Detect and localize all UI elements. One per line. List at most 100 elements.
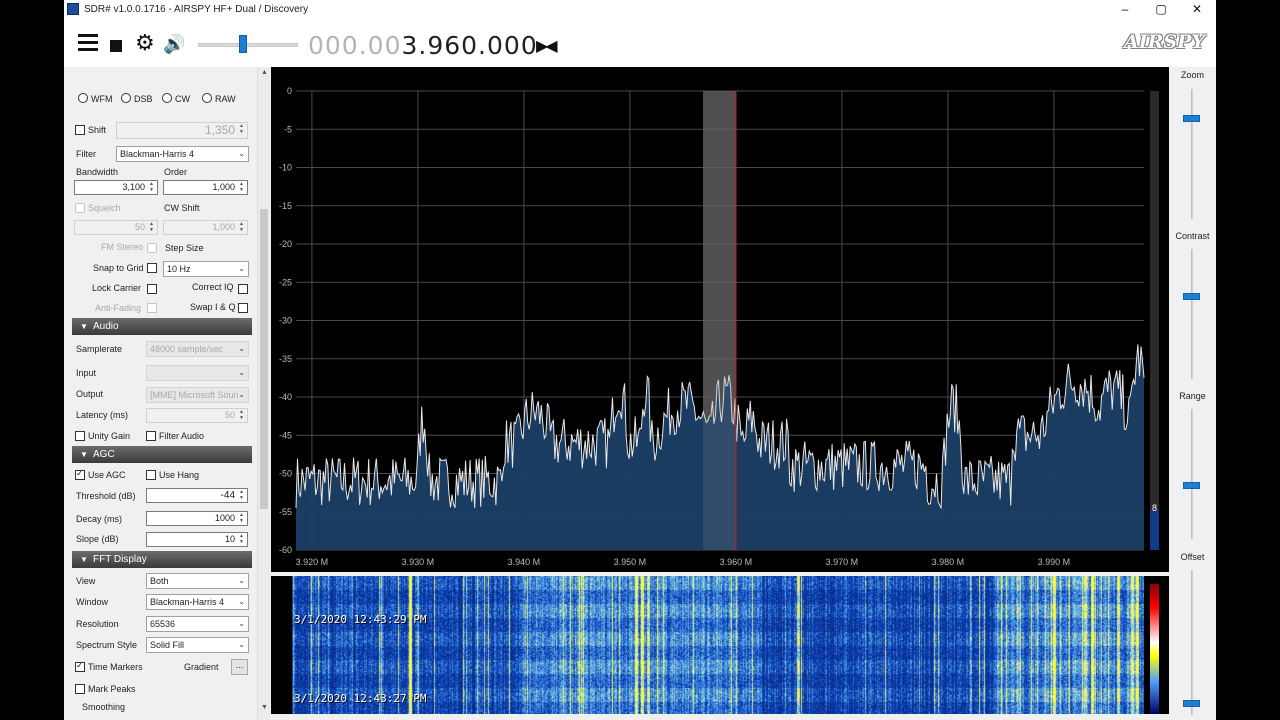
output-value: [MME] Microsoft Soun bbox=[150, 390, 239, 400]
spectrum-plot[interactable]: 0 -5 -10 -15 -20 -25 -30 -35 -40 -45 -50 -55 -60 3.92… bbox=[271, 67, 1169, 572]
bandwidth-input[interactable]: 3,100 ▲ ▼ bbox=[74, 180, 158, 195]
scroll-up-icon[interactable]: ▲ bbox=[259, 69, 270, 76]
y-tick-label: -25 bbox=[279, 277, 292, 287]
cw-shift-spinner[interactable]: ▲ ▼ bbox=[237, 221, 246, 234]
scroll-down-icon[interactable]: ▼ bbox=[259, 704, 270, 711]
anti-fading-checkbox[interactable] bbox=[147, 303, 157, 313]
order-input[interactable]: 1,000 ▲ ▼ bbox=[163, 180, 248, 195]
mode-cw-radio[interactable] bbox=[162, 93, 172, 103]
title-bar: SDR# v1.0.0.1716 - AIRSPY HF+ Dual / Dis… bbox=[64, 0, 1216, 19]
offset-slider-track[interactable] bbox=[1191, 570, 1193, 715]
swap-iq-checkbox[interactable] bbox=[238, 303, 248, 313]
stop-icon[interactable] bbox=[110, 40, 122, 52]
x-tick-label: 3.930 M bbox=[402, 557, 435, 567]
slope-label: Slope (dB) bbox=[76, 534, 119, 544]
slope-input[interactable]: 10 ▲ ▼ bbox=[146, 532, 248, 547]
unity-gain-checkbox[interactable] bbox=[75, 431, 85, 441]
volume-icon[interactable]: 🔊 bbox=[163, 34, 185, 54]
squelch-input[interactable]: 50 ▲ ▼ bbox=[74, 220, 158, 235]
correct-iq-checkbox[interactable] bbox=[238, 284, 248, 294]
threshold-input[interactable]: -44 ▲ ▼ bbox=[146, 488, 248, 503]
order-spinner[interactable]: ▲ ▼ bbox=[237, 181, 246, 194]
contrast-slider-thumb[interactable] bbox=[1183, 293, 1200, 300]
decay-spinner[interactable]: ▲ ▼ bbox=[237, 512, 246, 525]
zoom-slider-track[interactable] bbox=[1191, 89, 1193, 219]
samplerate-select[interactable]: 48000 sample/sec ⌄ bbox=[146, 341, 249, 357]
threshold-spinner[interactable]: ▲ ▼ bbox=[237, 489, 246, 502]
cw-shift-value: 1,000 bbox=[212, 222, 235, 232]
mode-raw-radio[interactable] bbox=[202, 93, 212, 103]
slope-value: 10 bbox=[224, 534, 235, 544]
waterfall-display[interactable]: 3/1/2020 12:43:29 PM 3/1/2020 12:43:27 P… bbox=[271, 576, 1169, 714]
time-markers-checkbox[interactable] bbox=[75, 660, 85, 672]
latency-value: 50 bbox=[224, 410, 235, 420]
minimize-button[interactable]: – bbox=[1106, 0, 1144, 19]
volume-slider-thumb[interactable] bbox=[239, 35, 248, 53]
y-tick-label: -40 bbox=[279, 392, 292, 402]
output-select[interactable]: [MME] Microsoft Soun ⌄ bbox=[146, 387, 249, 403]
latency-spinner[interactable]: ▲ ▼ bbox=[237, 409, 246, 422]
hamburger-icon[interactable] bbox=[78, 34, 98, 54]
step-size-select[interactable]: 10 Hz ⌄ bbox=[163, 261, 249, 277]
smoothing-label: Smoothing bbox=[82, 702, 126, 712]
samplerate-value: 48000 sample/sec bbox=[150, 344, 224, 354]
chevron-down-icon: ⌄ bbox=[238, 597, 245, 606]
spectrum-style-select[interactable]: Solid Fill ⌄ bbox=[146, 637, 249, 653]
audio-section-header[interactable]: ▼ Audio bbox=[72, 318, 252, 335]
decay-label: Decay (ms) bbox=[76, 514, 123, 524]
lock-carrier-checkbox[interactable] bbox=[147, 284, 157, 294]
range-slider-thumb[interactable] bbox=[1183, 482, 1200, 489]
contrast-label: Contrast bbox=[1175, 231, 1210, 241]
squelch-spinner[interactable]: ▲ ▼ bbox=[147, 221, 156, 234]
chevron-down-icon: ⌄ bbox=[238, 344, 245, 353]
bandwidth-spinner[interactable]: ▲ ▼ bbox=[147, 181, 156, 194]
scrollbar-thumb[interactable] bbox=[260, 209, 268, 509]
chevron-down-icon: ⌄ bbox=[238, 390, 245, 399]
fm-stereo-checkbox[interactable] bbox=[147, 243, 157, 253]
shift-checkbox[interactable] bbox=[75, 125, 85, 135]
mode-dsb-radio[interactable] bbox=[121, 93, 131, 103]
snap-to-grid-checkbox[interactable] bbox=[147, 263, 157, 273]
slope-spinner[interactable]: ▲ ▼ bbox=[237, 533, 246, 546]
cw-shift-input[interactable]: 1,000 ▲ ▼ bbox=[163, 220, 248, 235]
decay-input[interactable]: 1000 ▲ ▼ bbox=[146, 511, 248, 526]
correct-iq-label: Correct IQ bbox=[192, 282, 234, 292]
filter-select[interactable]: Blackman-Harris 4 ⌄ bbox=[116, 146, 249, 162]
use-agc-checkbox[interactable] bbox=[75, 468, 85, 480]
range-slider-track[interactable] bbox=[1191, 409, 1193, 539]
maximize-button[interactable]: ▢ bbox=[1142, 0, 1180, 19]
latency-input[interactable]: 50 ▲ ▼ bbox=[146, 408, 248, 423]
filter-audio-checkbox[interactable] bbox=[146, 431, 156, 441]
spectrum-display[interactable]: 0 -5 -10 -15 -20 -25 -30 -35 -40 -45 -50 -55 -60 3.92… bbox=[271, 67, 1169, 572]
volume-slider-track[interactable] bbox=[198, 43, 298, 47]
control-panel-scrollbar[interactable]: ▲ ▼ bbox=[257, 67, 270, 720]
view-select[interactable]: Both ⌄ bbox=[146, 573, 249, 589]
chevron-down-icon: ⌄ bbox=[238, 368, 245, 377]
shift-spinner[interactable]: ▲ ▼ bbox=[237, 123, 246, 136]
x-tick-label: 3.950 M bbox=[614, 557, 647, 567]
frequency-significant-digits: 3.960.000 bbox=[401, 31, 537, 60]
bandwidth-value: 3,100 bbox=[122, 182, 145, 192]
close-button[interactable]: ✕ bbox=[1178, 0, 1216, 19]
gradient-label: Gradient bbox=[184, 662, 219, 672]
window-select[interactable]: Blackman-Harris 4 ⌄ bbox=[146, 594, 249, 610]
shift-value-input[interactable]: 1,350 ▲ ▼ bbox=[116, 122, 248, 139]
waterfall-time-marker: 3/1/2020 12:43:27 PM bbox=[294, 692, 427, 705]
mode-wfm-label: WFM bbox=[91, 94, 113, 104]
gear-icon[interactable]: ⚙ bbox=[135, 32, 155, 54]
contrast-slider-track[interactable] bbox=[1191, 249, 1193, 379]
frequency-display[interactable]: 000.003.960.000 bbox=[308, 31, 538, 60]
offset-slider-thumb[interactable] bbox=[1183, 700, 1200, 707]
fft-section-header[interactable]: ▼ FFT Display bbox=[72, 551, 252, 568]
mode-wfm-radio[interactable] bbox=[78, 93, 88, 103]
use-hang-checkbox[interactable] bbox=[146, 470, 156, 480]
mark-peaks-checkbox[interactable] bbox=[75, 684, 85, 694]
agc-section-header[interactable]: ▼ AGC bbox=[72, 446, 252, 463]
gradient-button[interactable]: ... bbox=[231, 659, 248, 675]
squelch-checkbox[interactable] bbox=[75, 203, 85, 213]
resolution-select[interactable]: 65536 ⌄ bbox=[146, 616, 249, 632]
tune-step-icon[interactable]: ▶◀ bbox=[536, 36, 558, 56]
zoom-slider-thumb[interactable] bbox=[1183, 115, 1200, 122]
input-select[interactable]: ⌄ bbox=[146, 365, 249, 381]
bandwidth-label: Bandwidth bbox=[76, 167, 119, 177]
